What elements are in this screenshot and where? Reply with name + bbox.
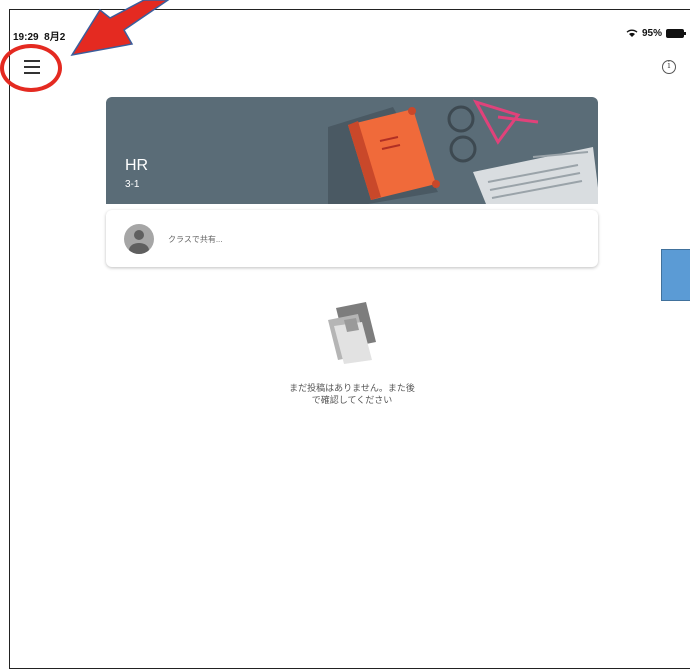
- info-icon[interactable]: i: [662, 60, 676, 74]
- class-title: HR: [125, 157, 149, 174]
- empty-stream-illustration: [328, 302, 376, 364]
- share-with-class-box[interactable]: クラスで共有...: [106, 210, 598, 267]
- battery-icon: [666, 29, 686, 38]
- wifi-icon: [626, 29, 638, 37]
- status-indicators: 95%: [626, 28, 686, 39]
- avatar: [124, 224, 154, 254]
- annotation-box: [661, 249, 690, 301]
- class-section: 3-1: [125, 179, 140, 190]
- status-clock: 19:29: [13, 32, 39, 43]
- battery-percent: 95%: [641, 28, 662, 39]
- class-banner[interactable]: HR 3-1: [106, 97, 598, 204]
- share-placeholder: クラスで共有...: [168, 235, 223, 244]
- annotation-arrow: [70, 0, 170, 57]
- empty-state-message: まだ投稿はありません。また後で確認してください: [289, 383, 415, 405]
- banner-illustration: [328, 99, 598, 204]
